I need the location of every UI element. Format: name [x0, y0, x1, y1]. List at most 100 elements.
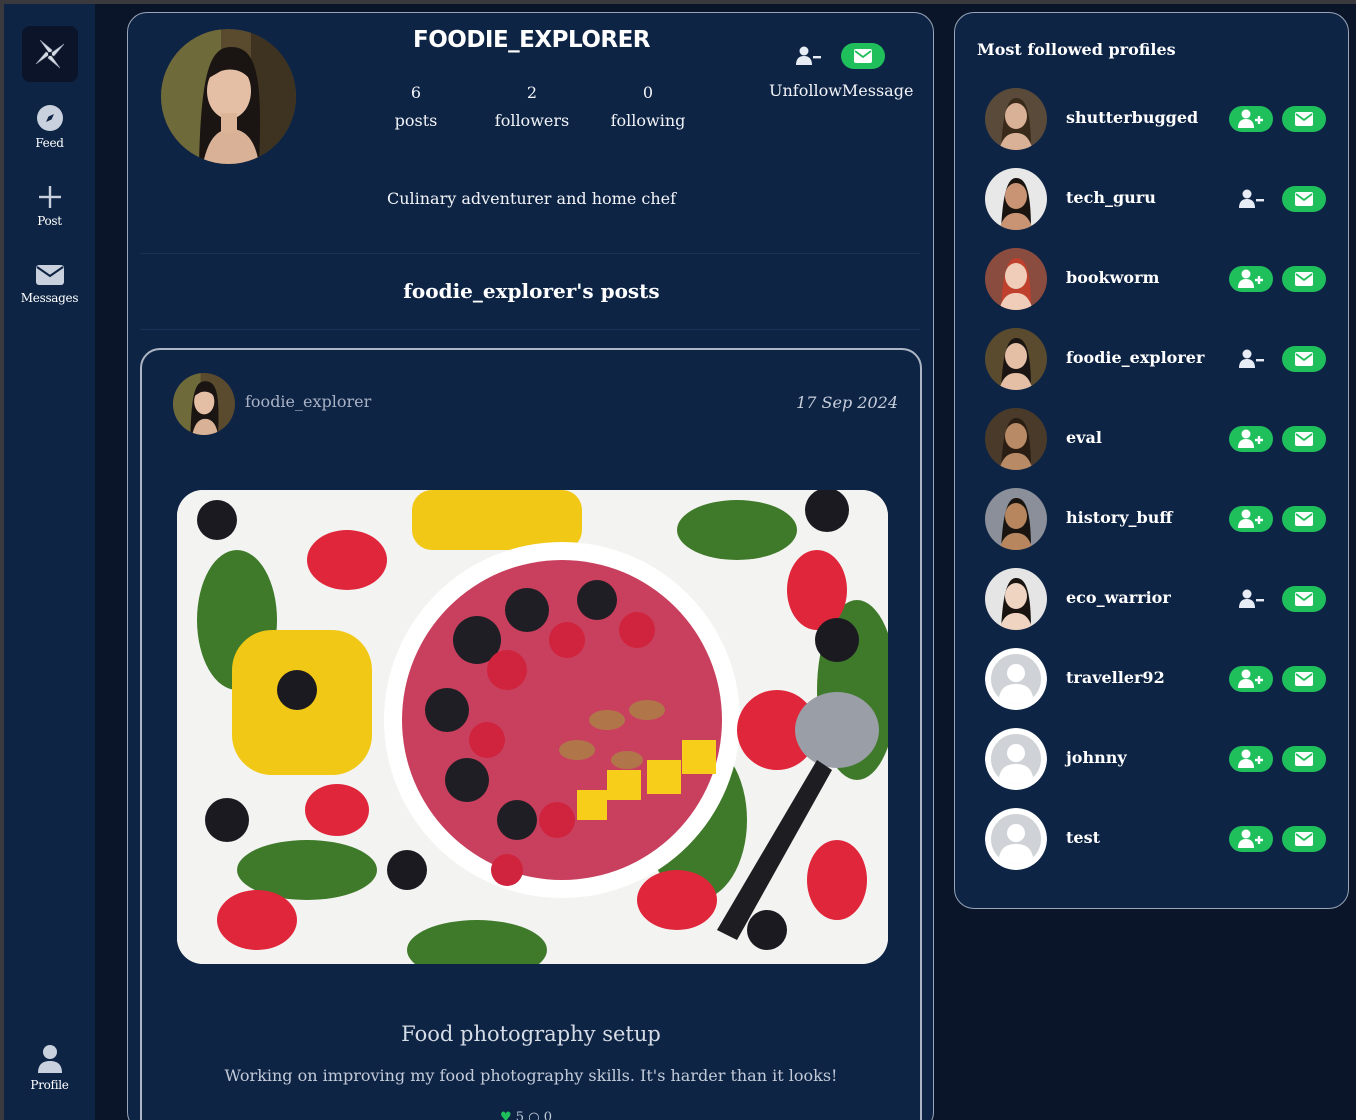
heart-icon[interactable]: ♥ [500, 1110, 512, 1120]
profile-action-labels: UnfollowMessage [769, 81, 913, 100]
message-button[interactable] [1282, 826, 1326, 852]
profile-row[interactable]: bookworm [985, 248, 1335, 312]
profile-message-button[interactable] [841, 43, 885, 69]
comment-icon[interactable]: ○ [528, 1110, 539, 1120]
user-minus-icon [1239, 589, 1264, 608]
profile-name[interactable]: traveller92 [1066, 668, 1165, 687]
envelope-icon [1295, 752, 1313, 766]
profile-row[interactable]: foodie_explorer [985, 328, 1335, 392]
profile-row[interactable]: eval [985, 408, 1335, 472]
profile-name[interactable]: history_buff [1066, 508, 1172, 527]
user-plus-icon [1238, 509, 1263, 528]
plus-icon [38, 186, 61, 208]
nav-feed-label: Feed [35, 136, 64, 150]
stat-followers-label: followers [494, 111, 570, 130]
profile-avatar[interactable] [985, 808, 1047, 870]
profile-row[interactable]: traveller92 [985, 648, 1335, 712]
follow-button[interactable] [1229, 106, 1273, 132]
profile-name[interactable]: test [1066, 828, 1100, 847]
profile-avatar[interactable] [985, 728, 1047, 790]
post-date: 17 Sep 2024 [796, 393, 898, 412]
unfollow-button[interactable]: Unfollow [769, 81, 842, 100]
posts-heading: foodie_explorer's posts [403, 279, 660, 303]
message-button[interactable] [1282, 346, 1326, 372]
message-button[interactable] [1282, 186, 1326, 212]
nav-messages[interactable]: Messages [4, 263, 95, 305]
follow-button[interactable] [1229, 426, 1273, 452]
profile-row[interactable]: johnny [985, 728, 1335, 792]
follow-button[interactable] [1229, 826, 1273, 852]
profile-row[interactable]: shutterbugged [985, 88, 1335, 152]
message-button[interactable] [1282, 746, 1326, 772]
post-body: Working on improving my food photography… [224, 1066, 838, 1085]
follow-button[interactable] [1229, 506, 1273, 532]
profile-name[interactable]: eco_warrior [1066, 588, 1171, 607]
unfollow-button[interactable] [1237, 188, 1267, 210]
post-title: Food photography setup [401, 1022, 661, 1046]
message-button[interactable] [1282, 266, 1326, 292]
profile-avatar[interactable] [985, 648, 1047, 710]
envelope-icon [35, 265, 64, 285]
envelope-icon [1295, 512, 1313, 526]
envelope-icon [1295, 672, 1313, 686]
post-image[interactable] [177, 490, 888, 964]
profile-name[interactable]: shutterbugged [1066, 108, 1198, 127]
profile-name[interactable]: tech_guru [1066, 188, 1156, 207]
post-card[interactable]: foodie_explorer 17 Sep 2024 Food photogr… [140, 348, 922, 1120]
stat-posts: 6 posts [356, 79, 476, 135]
profile-row[interactable]: test [985, 808, 1335, 872]
message-button[interactable] [1282, 426, 1326, 452]
user-plus-icon [1238, 749, 1263, 768]
profile-name[interactable]: eval [1066, 428, 1102, 447]
profile-avatar[interactable] [985, 248, 1047, 310]
stat-posts-label: posts [394, 111, 438, 130]
stat-posts-value: 6 [410, 83, 422, 102]
profile-avatar[interactable] [985, 488, 1047, 550]
profile-avatar[interactable] [985, 408, 1047, 470]
unfollow-button[interactable] [1237, 588, 1267, 610]
envelope-icon [1295, 112, 1313, 126]
user-plus-icon [1238, 669, 1263, 688]
post-author-avatar[interactable] [173, 373, 235, 435]
message-button[interactable]: Message [842, 81, 914, 100]
app-logo[interactable] [22, 26, 78, 82]
follow-button[interactable] [1229, 266, 1273, 292]
panel-title: Most followed profiles [977, 40, 1176, 59]
nav-profile[interactable]: Profile [4, 1044, 95, 1092]
most-followed-panel: Most followed profiles shutterbugged tech… [954, 12, 1349, 909]
follow-button[interactable] [1229, 666, 1273, 692]
stat-following-value: 0 [642, 83, 654, 102]
stat-following[interactable]: 0 following [588, 79, 708, 135]
profile-avatar[interactable] [985, 88, 1047, 150]
profile-avatar[interactable] [985, 568, 1047, 630]
app-root: Feed Post Messages Profile FOODIE_EXPLOR… [0, 0, 1356, 1120]
stat-following-label: following [610, 111, 686, 130]
stat-followers[interactable]: 2 followers [472, 79, 592, 135]
message-button[interactable] [1282, 506, 1326, 532]
profile-card: FOODIE_EXPLORER 6 posts 2 followers 0 fo… [127, 12, 934, 1120]
profile-row[interactable]: tech_guru [985, 168, 1335, 232]
nav-post-label: Post [37, 214, 62, 228]
nav-feed[interactable]: Feed [4, 104, 95, 150]
nav-post[interactable]: Post [4, 184, 95, 228]
profile-row[interactable]: history_buff [985, 488, 1335, 552]
message-button[interactable] [1282, 586, 1326, 612]
profile-name[interactable]: johnny [1066, 748, 1127, 767]
message-button[interactable] [1282, 666, 1326, 692]
envelope-icon [854, 49, 872, 63]
profile-name[interactable]: bookworm [1066, 268, 1159, 287]
user-plus-icon [1238, 109, 1263, 128]
user-minus-icon[interactable] [796, 46, 822, 66]
profile-avatar[interactable] [985, 328, 1047, 390]
profile-name[interactable]: foodie_explorer [1066, 348, 1204, 367]
comments-count: 0 [543, 1110, 552, 1120]
message-button[interactable] [1282, 106, 1326, 132]
post-author-name[interactable]: foodie_explorer [245, 392, 371, 411]
envelope-icon [1295, 832, 1313, 846]
profile-row[interactable]: eco_warrior [985, 568, 1335, 632]
user-plus-icon [1238, 429, 1263, 448]
profile-avatar[interactable] [985, 168, 1047, 230]
follow-button[interactable] [1229, 746, 1273, 772]
user-minus-icon [1239, 349, 1264, 368]
unfollow-button[interactable] [1237, 348, 1267, 370]
